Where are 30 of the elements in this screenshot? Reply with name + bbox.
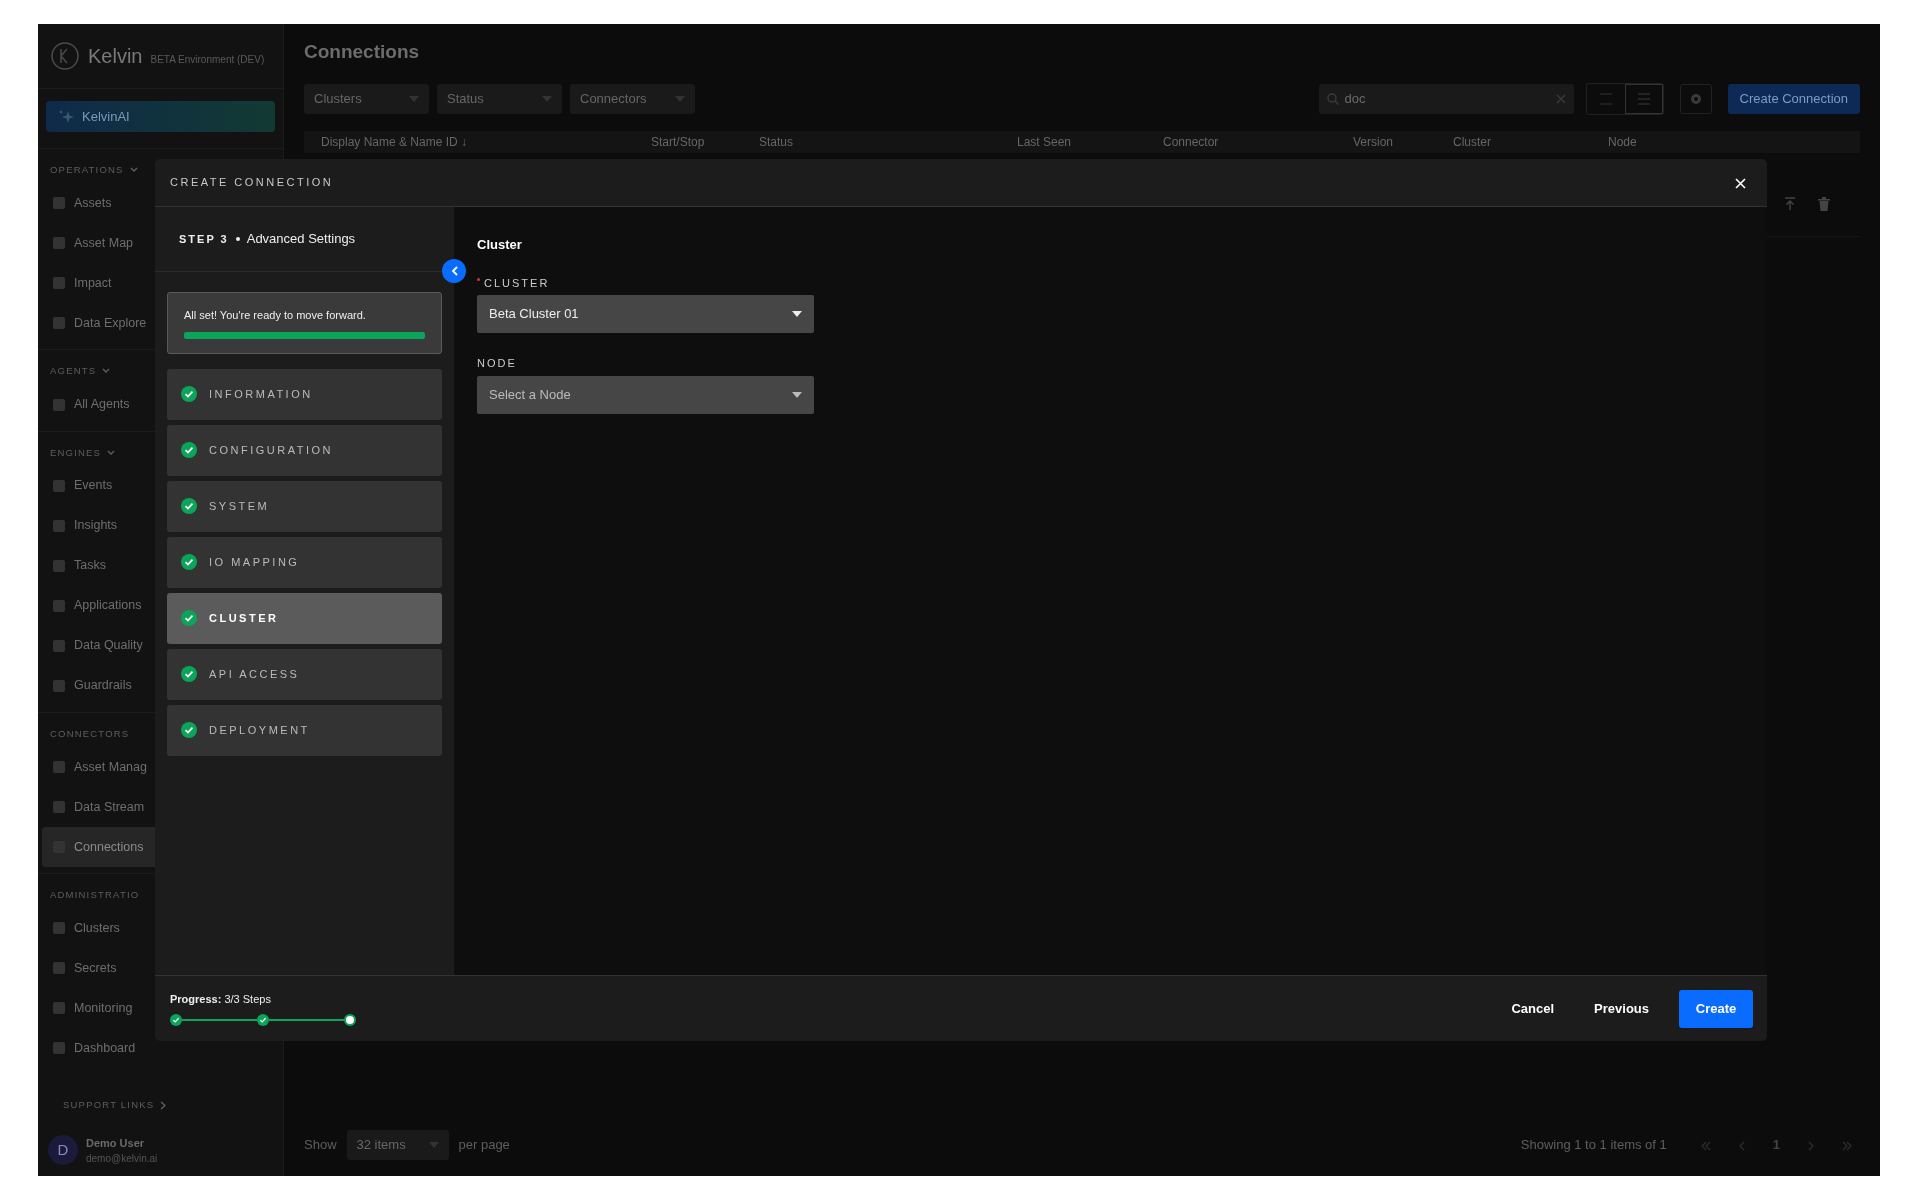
- column-header: Node: [1608, 133, 1638, 151]
- section-title: AGENTS: [50, 364, 97, 379]
- column-header: Status: [759, 133, 795, 151]
- section-title: Cluster: [477, 236, 523, 254]
- page-title: Connections: [304, 40, 421, 64]
- user-email: demo@kelvin.ai: [86, 1152, 158, 1166]
- field-label: NODE: [477, 356, 518, 371]
- modal-title: CREATE CONNECTION: [170, 175, 334, 191]
- column-header: Connector: [1163, 133, 1220, 151]
- environment-label: BETA Environment (DEV): [150, 52, 265, 67]
- section-title: CONNECTORS: [50, 726, 130, 741]
- section-title: ENGINES: [50, 445, 102, 460]
- column-header: Display Name & Name ID ↓: [321, 133, 469, 151]
- progress-label: Progress: 3/3 Steps: [170, 992, 272, 1008]
- section-title: ADMINISTRATIO: [50, 888, 140, 902]
- step-name: Advanced Settings: [246, 230, 356, 249]
- column-header: Cluster: [1453, 133, 1492, 151]
- step-number: STEP 3: [179, 231, 229, 247]
- field-label: CLUSTER: [477, 274, 1744, 291]
- per-page-label: per page: [458, 1136, 510, 1155]
- column-header: Version: [1353, 133, 1395, 151]
- section-title: OPERATIONS: [50, 163, 124, 177]
- column-header: Last Seen: [1017, 133, 1073, 151]
- status-message: All set! You're ready to move forward.: [184, 308, 367, 323]
- column-header: Start/Stop: [651, 133, 706, 151]
- brand-name: Kelvin: [88, 44, 143, 70]
- user-avatar: D: [48, 1135, 78, 1166]
- show-label: Show: [304, 1136, 337, 1155]
- pagination-summary: Showing 1 to 1 items of 1: [1520, 1136, 1667, 1155]
- user-name: Demo User: [86, 1135, 146, 1151]
